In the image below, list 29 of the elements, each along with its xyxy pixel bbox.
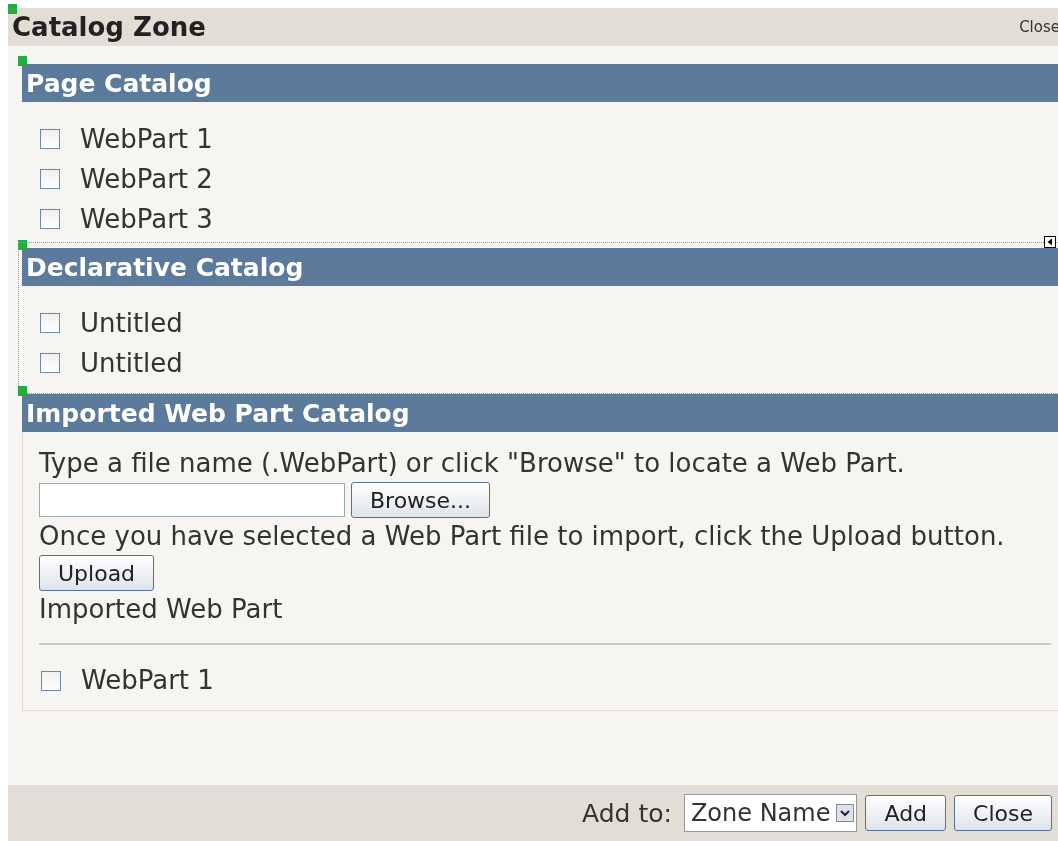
item-label: Untitled — [80, 348, 183, 378]
upload-button[interactable]: Upload — [39, 555, 155, 592]
item-label: WebPart 1 — [80, 124, 213, 154]
marker-icon — [18, 56, 27, 66]
close-button[interactable]: Close — [954, 795, 1052, 831]
checkbox[interactable] — [40, 129, 60, 149]
item-label: WebPart 3 — [80, 204, 213, 234]
add-button[interactable]: Add — [865, 795, 947, 831]
marker-icon — [8, 4, 17, 14]
zone-select[interactable]: Zone Name — [683, 794, 858, 832]
file-input[interactable] — [39, 483, 345, 518]
item-label: WebPart 1 — [81, 664, 214, 697]
caret-icon — [836, 804, 855, 822]
instruction-text: Type a file name (.WebPart) or click "Browse" to locate a Web Part. — [39, 448, 906, 480]
item-label: WebPart 2 — [80, 164, 213, 194]
zone-title: Catalog Zone — [12, 12, 206, 42]
section-label: Imported Web Part — [39, 594, 284, 626]
checkbox[interactable] — [40, 313, 60, 333]
add-to-label: Add to: — [582, 798, 672, 828]
marker-icon — [18, 386, 27, 396]
instruction-text: Once you have selected a Web Part file to import, click the Upload button. — [39, 521, 1006, 553]
checkbox[interactable] — [40, 209, 60, 229]
checkbox[interactable] — [40, 353, 60, 373]
checkbox[interactable] — [41, 670, 61, 691]
arrow-handle-icon[interactable] — [1044, 236, 1056, 248]
browse-button[interactable]: Browse... — [351, 482, 491, 519]
marker-icon — [18, 240, 27, 250]
checkbox[interactable] — [40, 169, 60, 189]
item-label: Untitled — [80, 308, 183, 338]
